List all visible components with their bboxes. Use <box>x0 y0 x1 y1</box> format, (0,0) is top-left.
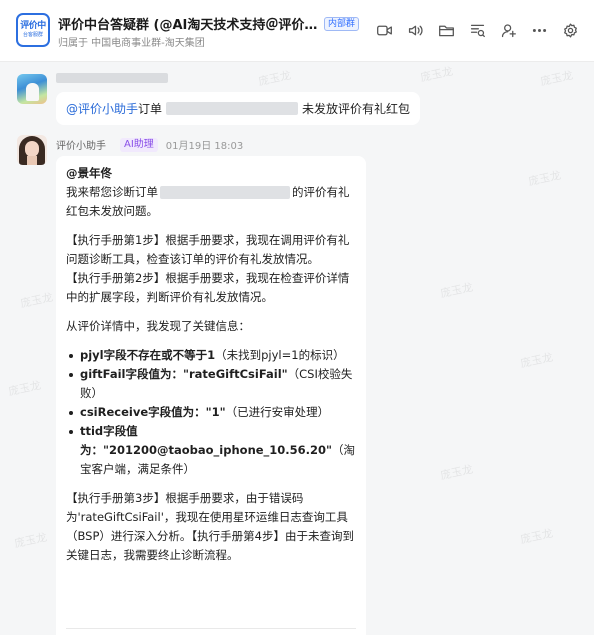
user-avatar[interactable] <box>17 74 47 104</box>
mention-line: @景年佟 <box>66 164 356 183</box>
mention-link[interactable]: @评价小助手 <box>66 100 138 117</box>
assistant-avatar[interactable] <box>17 135 47 165</box>
redacted-order-id <box>166 102 298 115</box>
watermark: 庞玉龙 <box>13 530 49 551</box>
internal-group-badge: 内部群 <box>324 16 360 31</box>
watermark: 庞玉龙 <box>439 462 475 483</box>
message-text: 未发放评价有礼红包 <box>301 102 410 116</box>
finding-key: pjyl字段不存在或不等于1 <box>80 348 216 362</box>
step1-paragraph: 【执行手册第1步】根据手册要求，我现在调用评价有礼问题诊断工具，检查该订单的评价… <box>66 233 350 266</box>
group-title[interactable]: 评价中台答疑群 (@AI淘天技术支持＠评价小助手… <box>58 14 320 33</box>
watermark: 庞玉龙 <box>527 168 563 189</box>
list-item: ttid字段值为："201200@taobao_iphone_10.56.20"… <box>66 422 356 479</box>
group-subtitle: 归属于 中国电商事业群-淘天集团 <box>58 38 205 49</box>
mention-user[interactable]: @景年佟 <box>66 166 112 180</box>
add-member-icon[interactable] <box>498 20 518 40</box>
finding-key: ttid字段值为："201200@taobao_iphone_10.56.20" <box>80 424 333 457</box>
watermark: 庞玉龙 <box>519 350 555 371</box>
header-toolbar <box>363 20 580 40</box>
message-divider <box>66 628 356 629</box>
group-avatar-text: 评价中 <box>20 21 46 31</box>
watermark: 庞玉龙 <box>519 526 555 547</box>
step2-paragraph: 【执行手册第2步】根据手册要求，我现在检查评价详情中的扩展字段，判断评价有礼发放… <box>66 271 350 304</box>
folder-icon[interactable] <box>436 20 456 40</box>
findings-intro: 从评价详情中，我发现了关键信息： <box>66 319 250 333</box>
finding-note: （未找到pjyl=1的标识） <box>215 348 345 362</box>
settings-icon[interactable] <box>560 20 580 40</box>
title-row: 评价中台答疑群 (@AI淘天技术支持＠评价小助手… 内部群 <box>58 14 360 33</box>
search-history-icon[interactable] <box>467 20 487 40</box>
chat-header: 评价中 台客服群 评价中台答疑群 (@AI淘天技术支持＠评价小助手… 内部群 归… <box>0 0 594 62</box>
intro-text: 我来帮您诊断订单 <box>66 185 158 199</box>
step3-paragraph: 【执行手册第3步】根据手册要求，由于错误码为'rateGiftCsiFail'，… <box>66 491 354 562</box>
list-item: pjyl字段不存在或不等于1（未找到pjyl=1的标识） <box>66 346 356 365</box>
watermark: 庞玉龙 <box>439 280 475 301</box>
voice-call-icon[interactable] <box>405 20 425 40</box>
more-icon[interactable] <box>529 20 549 40</box>
watermark: 庞玉龙 <box>257 68 293 89</box>
message-meta: 评价小助手 AI助理 01月19日 18:03 <box>56 137 243 152</box>
group-avatar[interactable]: 评价中 台客服群 <box>16 13 50 47</box>
group-avatar-subtext: 台客服群 <box>22 32 43 38</box>
watermark: 庞玉龙 <box>19 290 55 311</box>
message-timestamp: 01月19日 18:03 <box>165 141 244 152</box>
intro-paragraph: 我来帮您诊断订单 的评价有礼红包未发放问题。 <box>66 183 356 221</box>
list-item: csiReceive字段值为："1"（已进行安审处理） <box>66 403 356 422</box>
finding-key: giftFail字段值为："rateGiftCsiFail" <box>80 367 288 381</box>
findings-list: pjyl字段不存在或不等于1（未找到pjyl=1的标识） giftFail字段值… <box>66 346 356 479</box>
watermark: 庞玉龙 <box>7 378 43 399</box>
chat-area[interactable]: 庞玉龙 庞玉龙 庞玉龙 庞玉龙 庞玉龙 庞玉龙 庞玉龙 庞玉龙 庞玉龙 庞玉龙 … <box>0 62 594 635</box>
video-call-icon[interactable] <box>374 20 394 40</box>
redacted-sender-name <box>56 73 168 83</box>
watermark: 庞玉龙 <box>539 68 575 89</box>
sender-name[interactable]: 评价小助手 <box>56 137 106 152</box>
message-text: 订单 <box>138 102 163 116</box>
ai-assistant-badge: AI助理 <box>120 137 158 152</box>
redacted-order-id <box>160 186 290 199</box>
list-item: giftFail字段值为："rateGiftCsiFail"（CSI校验失败） <box>66 365 356 403</box>
watermark: 庞玉龙 <box>419 64 455 85</box>
assistant-message-bubble[interactable]: @景年佟 我来帮您诊断订单 的评价有礼红包未发放问题。 【执行手册第1步】根据手册… <box>56 156 366 635</box>
message-bubble[interactable]: @评价小助手 订单 未发放评价有礼红包 <box>56 92 420 125</box>
finding-note: （已进行安审处理） <box>225 405 330 419</box>
finding-key: csiReceive字段值为："1" <box>80 405 226 419</box>
